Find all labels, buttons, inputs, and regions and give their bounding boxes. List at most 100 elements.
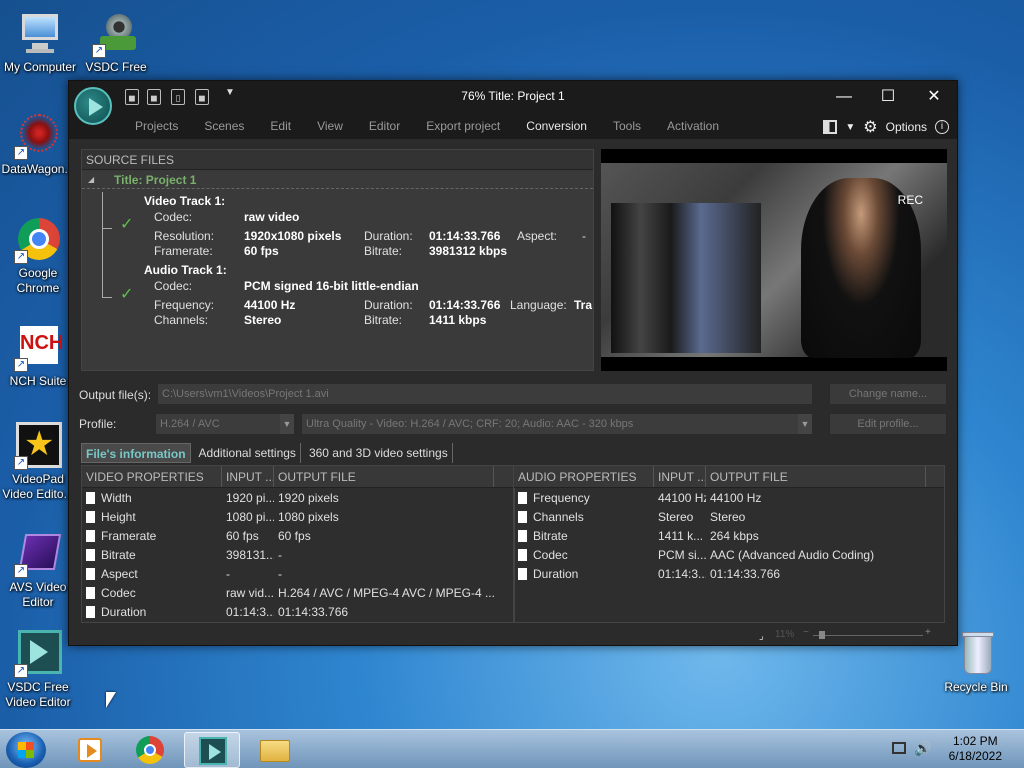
folder-icon (260, 740, 290, 762)
desktop-icon-my-computer[interactable]: My Computer (0, 10, 82, 75)
resolution-label: Resolution: (154, 229, 215, 243)
document-icon (518, 510, 527, 523)
menu-projects[interactable]: Projects (135, 119, 178, 133)
column-header[interactable]: OUTPUT FILE (274, 466, 494, 487)
vsdc-icon (199, 737, 227, 765)
preview-pc-case (611, 203, 761, 353)
document-icon (518, 491, 527, 504)
menu-export-project[interactable]: Export project (426, 119, 500, 133)
zoom-in-icon[interactable]: + (925, 627, 931, 638)
chevron-down-icon: ▼ (280, 414, 294, 434)
column-header[interactable]: INPUT ... (654, 466, 706, 487)
info-icon[interactable]: i (935, 120, 949, 134)
layout-dropdown-icon[interactable]: ▼ (845, 122, 855, 133)
video-properties-table: VIDEO PROPERTIES INPUT ... OUTPUT FILE W… (82, 466, 514, 621)
status-bar: ⌟ 11% − + (759, 627, 939, 643)
computer-icon (16, 10, 64, 58)
desktop-icon-label: VSDC Free Video C... (85, 60, 147, 74)
start-button[interactable] (6, 732, 46, 768)
output-value: - (278, 547, 282, 562)
tab-additional-settings[interactable]: Additional settings (195, 443, 301, 463)
language-label: Language: (510, 298, 567, 312)
tab-360-3d-settings[interactable]: 360 and 3D video settings (305, 443, 453, 463)
menu-view[interactable]: View (317, 119, 343, 133)
volume-icon[interactable]: 🔊 (914, 740, 931, 757)
table-row[interactable]: Aspect - - (82, 564, 514, 583)
shortcut-arrow-icon: ↗ (14, 358, 28, 372)
menu-scenes[interactable]: Scenes (204, 119, 244, 133)
video-duration-value: 01:14:33.766 (429, 229, 501, 243)
menu-edit[interactable]: Edit (270, 119, 291, 133)
table-row[interactable]: Duration 01:14:3... 01:14:33.766 (82, 602, 514, 621)
output-value: 01:14:33.766 (278, 604, 349, 619)
table-row[interactable]: Width 1920 pi... 1920 pixels (82, 488, 514, 507)
minimize-button[interactable]: — (829, 87, 859, 107)
table-row[interactable]: Framerate 60 fps 60 fps (82, 526, 514, 545)
menu-activation[interactable]: Activation (667, 119, 719, 133)
input-value: 60 fps (226, 528, 259, 543)
output-value: 01:14:33.766 (710, 566, 781, 581)
column-header[interactable]: INPUT ... (222, 466, 274, 487)
frequency-value: 44100 Hz (244, 298, 296, 312)
tree-line (102, 297, 112, 298)
video-bitrate-value: 3981312 kbps (429, 244, 508, 258)
menu-tools[interactable]: Tools (613, 119, 641, 133)
output-value: 1080 pixels (278, 509, 339, 524)
column-header[interactable]: OUTPUT FILE (706, 466, 926, 487)
zoom-slider-thumb[interactable] (819, 631, 825, 639)
desktop-icon-vsdc-capture[interactable]: ↗ VSDC Free Video C... (74, 10, 158, 75)
zoom-out-icon[interactable]: − (803, 627, 809, 638)
table-row[interactable]: Bitrate 398131... - (82, 545, 514, 564)
videopad-icon: ★ ↗ (14, 422, 62, 470)
system-clock[interactable]: 1:02 PM 6/18/2022 (949, 734, 1002, 764)
output-value: 60 fps (278, 528, 311, 543)
taskbar-media-player[interactable] (62, 732, 118, 768)
network-icon[interactable] (892, 742, 906, 754)
layout-icon[interactable] (823, 120, 838, 134)
zoom-slider[interactable] (813, 635, 923, 636)
channels-value: Stereo (244, 313, 282, 327)
property-name: Channels (533, 509, 584, 524)
video-preview[interactable]: REC (601, 149, 947, 371)
menu-editor[interactable]: Editor (369, 119, 400, 133)
desktop-icon-label: Recycle Bin (944, 680, 1008, 694)
taskbar-chrome[interactable] (122, 732, 178, 768)
output-file-field[interactable]: C:\Users\vm1\Videos\Project 1.avi (157, 383, 813, 405)
table-row[interactable]: Codec raw vid... H.264 / AVC / MPEG-4 AVC … (82, 583, 514, 602)
options-button[interactable]: Options (886, 120, 927, 134)
table-row[interactable]: Channels Stereo Stereo (514, 507, 944, 526)
maximize-button[interactable]: ☐ (873, 87, 903, 107)
change-name-button[interactable]: Change name... (829, 383, 947, 405)
table-row[interactable]: Bitrate 1411 k... 264 kbps (514, 526, 944, 545)
profile-codec-value: H.264 / AVC (160, 418, 220, 430)
property-name: Duration (533, 566, 579, 581)
edit-profile-button[interactable]: Edit profile... (829, 413, 947, 435)
resize-grip-icon[interactable]: ⌟ (759, 631, 764, 642)
property-name: Width (101, 490, 132, 505)
taskbar-vsdc[interactable] (184, 732, 240, 768)
webcam-icon: ↗ (92, 10, 140, 58)
output-value: 1920 pixels (278, 490, 339, 505)
shortcut-arrow-icon: ↗ (14, 250, 28, 264)
document-icon (86, 605, 95, 618)
table-row[interactable]: Frequency 44100 Hz 44100 Hz (514, 488, 944, 507)
profile-codec-select[interactable]: H.264 / AVC ▼ (155, 413, 295, 435)
column-header[interactable]: VIDEO PROPERTIES (82, 466, 222, 487)
gear-icon[interactable]: ⚙ (863, 117, 877, 137)
column-header[interactable]: AUDIO PROPERTIES (514, 466, 654, 487)
audio-duration-label: Duration: (364, 298, 413, 312)
table-row[interactable]: Codec PCM si... AAC (Advanced Audio Coding… (514, 545, 944, 564)
shortcut-arrow-icon: ↗ (14, 146, 28, 160)
table-row[interactable]: Height 1080 pi... 1080 pixels (82, 507, 514, 526)
menu-conversion[interactable]: Conversion (526, 119, 587, 133)
project-tree-title[interactable]: Title: Project 1 (82, 171, 593, 189)
profile-preset-select[interactable]: Ultra Quality - Video: H.264 / AVC; CRF:… (301, 413, 813, 435)
table-row[interactable]: Duration 01:14:3... 01:14:33.766 (514, 564, 944, 583)
close-button[interactable]: ✕ (919, 87, 949, 107)
property-name: Bitrate (101, 547, 136, 562)
tab-files-information[interactable]: File's information (81, 443, 191, 463)
frequency-label: Frequency: (154, 298, 215, 312)
input-value: 1920 pi... (226, 490, 274, 505)
property-name: Duration (101, 604, 147, 619)
taskbar-file-explorer[interactable] (246, 732, 302, 768)
